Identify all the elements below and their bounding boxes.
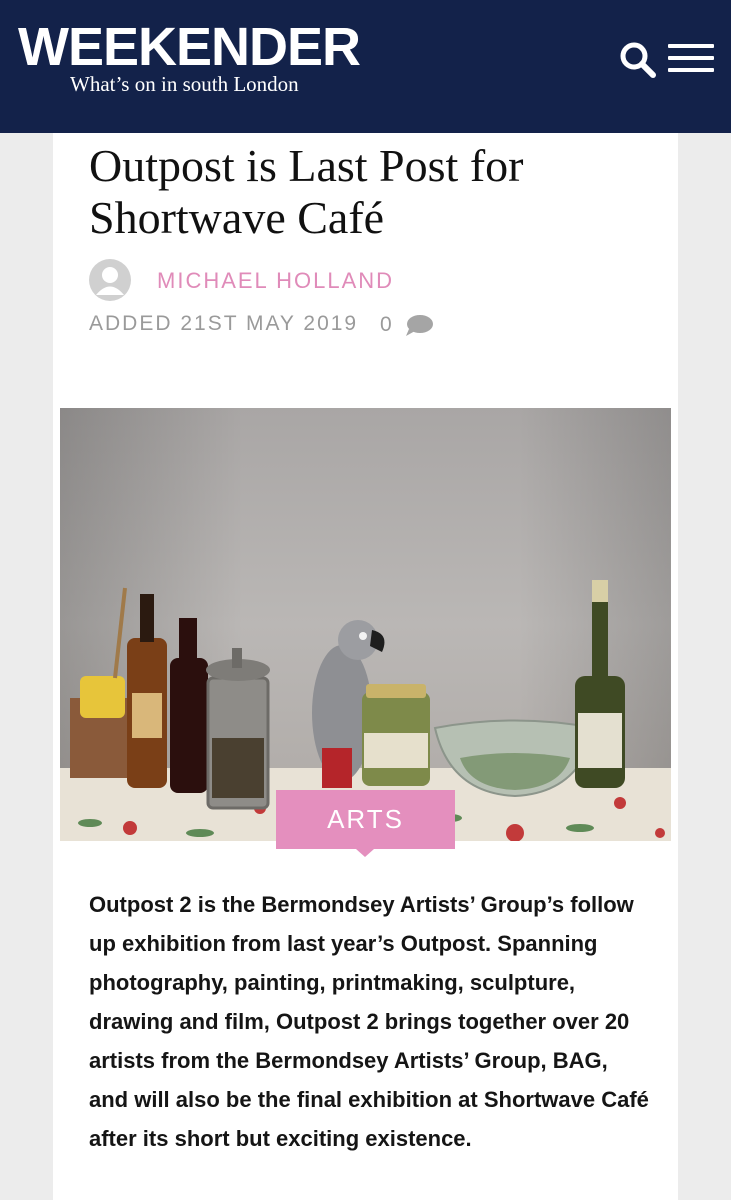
comments-link[interactable]: 0 [380,312,434,338]
site-header: WEEKENDER What’s on in south London [0,0,731,133]
article-body: Outpost 2 is the Bermondsey Artists’ Gro… [89,892,649,1151]
article-title: Outpost is Last Post for Shortwave Café [89,140,524,243]
author-avatar-icon[interactable] [88,258,132,302]
logo-subtitle: What’s on in south London [70,72,299,96]
publish-date: ADDED 21ST MAY 2019 [89,312,359,335]
hamburger-menu-icon[interactable] [668,44,714,76]
comment-bubble-icon [405,315,433,336]
search-icon[interactable] [618,40,658,80]
category-tag-pointer [356,849,374,857]
category-tag[interactable]: ARTS [276,790,455,849]
comment-count: 0 [380,313,392,336]
logo-title[interactable]: WEEKENDER [18,18,361,76]
article-image [60,408,671,841]
author-link[interactable]: MICHAEL HOLLAND [157,268,394,294]
